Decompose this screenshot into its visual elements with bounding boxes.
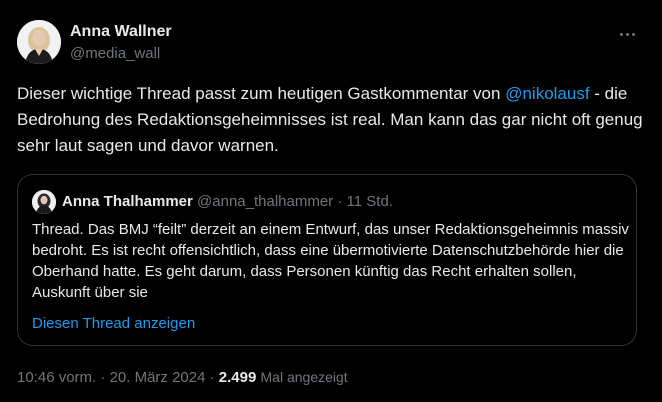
views-count[interactable]: 2.499 xyxy=(219,369,257,386)
avatar-image xyxy=(17,20,61,64)
author-avatar[interactable] xyxy=(17,20,61,64)
tweet-date[interactable]: 20. März 2024 xyxy=(110,369,206,386)
tweet-text: Dieser wichtige Thread passt zum heutige… xyxy=(17,81,647,159)
author-handle[interactable]: @media_wall xyxy=(70,44,160,64)
quoted-separator: · xyxy=(333,193,347,210)
quoted-avatar-image xyxy=(32,190,56,214)
views-label: Mal angezeigt xyxy=(260,369,348,385)
tweet-footer: 10:46 vorm. · 20. März 2024 · 2.499 Mal … xyxy=(17,367,348,388)
show-thread-link[interactable]: Diesen Thread anzeigen xyxy=(32,314,195,334)
tweet-time[interactable]: 10:46 vorm. xyxy=(17,369,96,386)
mention-link[interactable]: @nikolausf xyxy=(505,84,589,103)
quoted-author-name[interactable]: Anna Thalhammer xyxy=(62,193,193,210)
author-name[interactable]: Anna Wallner xyxy=(70,22,172,42)
tweet-text-start: Dieser wichtige Thread passt zum heutige… xyxy=(17,84,506,103)
quoted-author-handle[interactable]: @anna_thalhammer xyxy=(197,193,333,210)
footer-separator: · xyxy=(96,369,110,386)
quoted-header: Anna Thalhammer @anna_thalhammer · 11 St… xyxy=(62,192,393,212)
quoted-text: Thread. Das BMJ “feilt” derzeit an einem… xyxy=(32,221,629,301)
quoted-author-avatar[interactable] xyxy=(32,190,56,214)
more-options-icon[interactable] xyxy=(616,24,638,44)
footer-separator-2: · xyxy=(205,369,219,386)
tweet-card: Anna Wallner @media_wall Dieser wichtige… xyxy=(0,0,662,402)
quoted-time[interactable]: 11 Std. xyxy=(347,193,393,210)
quoted-tweet[interactable]: Anna Thalhammer @anna_thalhammer · 11 St… xyxy=(17,174,637,346)
